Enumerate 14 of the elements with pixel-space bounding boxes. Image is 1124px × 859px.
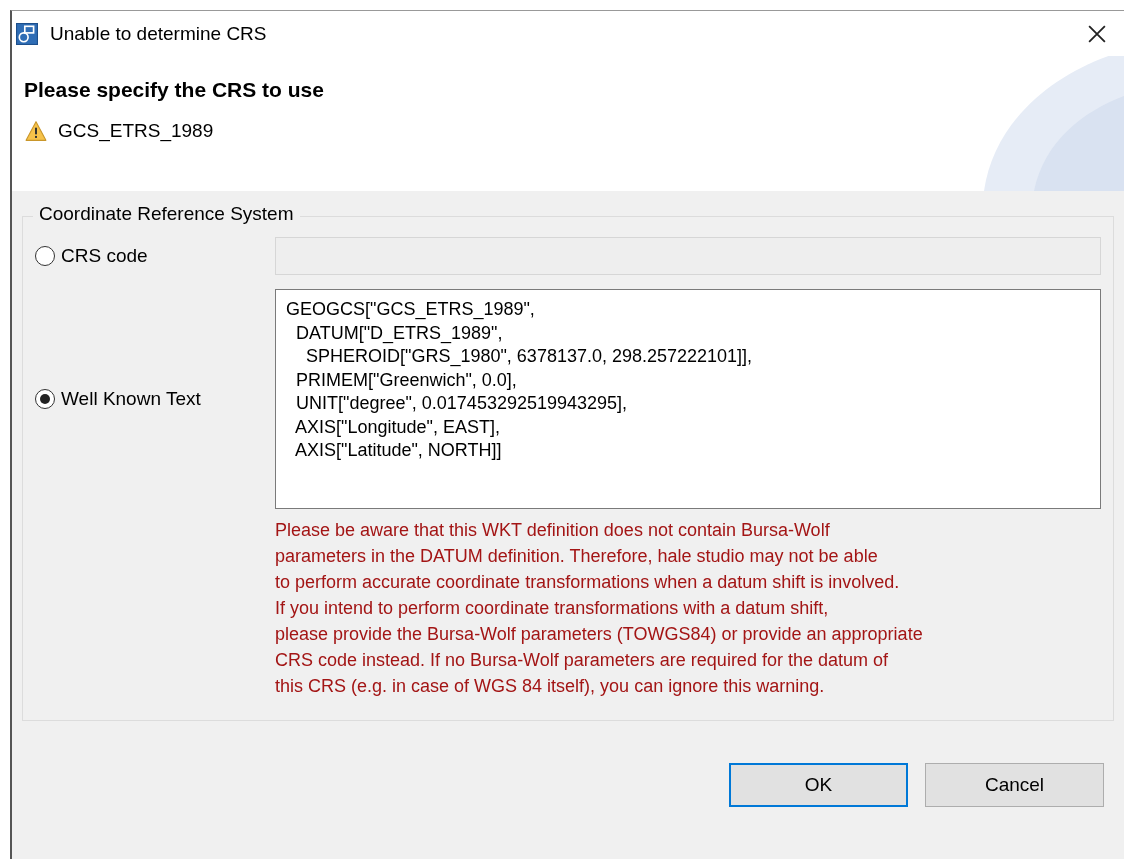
crs-code-field[interactable] [275, 237, 1101, 275]
window-title: Unable to determine CRS [50, 22, 268, 45]
radio-label[interactable]: Well Known Text [61, 388, 201, 410]
header-title: Please specify the CRS to use [24, 78, 325, 102]
header-message: GCS_ETRS_1989 [58, 120, 214, 142]
wkt-text-field[interactable]: GEOGCS["GCS_ETRS_1989", DATUM["D_ETRS_1989", SPHEROID["GRS_1980", 6378137.0, 298.257222101]], PRIMEM["Greenwich", 0.0], UNIT["degree", 0.017453292519943295], AXIS["Longitude", EAST], AXIS["Latitude", NORTH]] [275, 289, 1101, 509]
dialog-button[interactable]: OK [729, 763, 908, 807]
radio-label[interactable]: CRS code [61, 245, 148, 267]
radio-button[interactable] [35, 246, 55, 266]
dialog-button[interactable]: Cancel [925, 763, 1104, 807]
app-icon [16, 22, 38, 45]
warning-text: Please be aware that this WKT definition does not contain Bursa-Wolf parameters in the DATUM definition. Therefore, hale studio may not be able to perform accurate coordinate transformations when a datum shift is involved. If you intend to perform coordinate transformations with a datum shift, please provide the Bursa-Wolf parameters (TOWGS84) or provide an appropriate CRS code instead. If no Bursa-Wolf parameters are required for the datum of this CRS (e.g. in case of WGS 84 itself), you can ignore this warning. [275, 519, 924, 698]
radio-button[interactable] [35, 389, 55, 409]
warning-icon [24, 120, 48, 142]
